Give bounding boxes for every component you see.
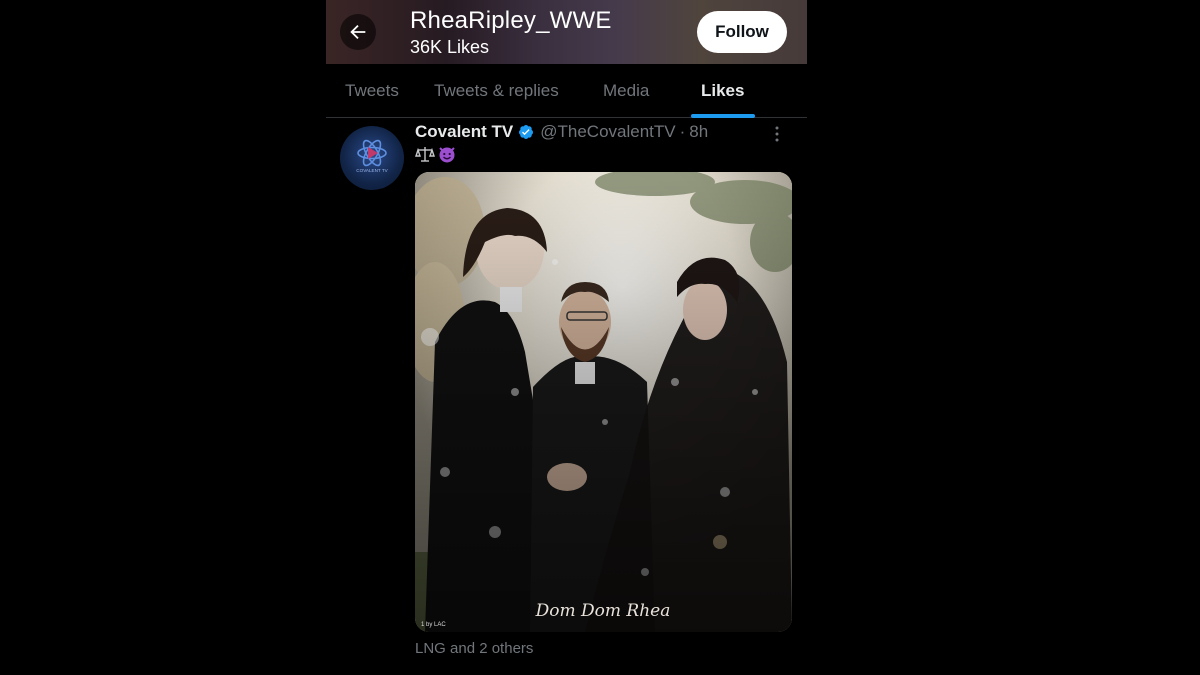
balance-scale-emoji — [415, 144, 435, 164]
tab-label: Likes — [701, 81, 745, 100]
tab-label: Tweets — [345, 81, 399, 100]
profile-likes-screen: RheaRipley_WWE 36K Likes Follow Tweets T… — [326, 0, 807, 675]
tweet-timestamp[interactable]: 8h — [689, 122, 708, 142]
profile-tabs: Tweets Tweets & replies Media Likes — [326, 64, 807, 118]
avatar[interactable]: COVALENT TV — [340, 126, 404, 190]
smiling-imp-emoji — [437, 144, 457, 164]
back-button[interactable] — [340, 14, 376, 50]
verified-badge-icon — [518, 124, 534, 140]
author-name[interactable]: Covalent TV — [415, 122, 513, 142]
likes-count: 36K Likes — [410, 37, 490, 57]
tweet[interactable]: COVALENT TV Covalent TV @TheCovalentTV ·… — [326, 118, 807, 675]
tweet-text — [415, 144, 457, 164]
author-handle[interactable]: @TheCovalentTV — [540, 122, 675, 142]
tab-label: Media — [603, 81, 650, 100]
media-credit: 1 by LAC — [421, 622, 446, 628]
tab-tweets[interactable]: Tweets — [345, 64, 399, 118]
avatar-logo-text: COVALENT TV — [356, 168, 388, 173]
tab-likes[interactable]: Likes — [690, 64, 755, 118]
more-options-button[interactable] — [767, 124, 787, 144]
header-title-block: RheaRipley_WWE 36K Likes — [410, 6, 612, 58]
tweet-header: Covalent TV @TheCovalentTV · 8h — [415, 122, 708, 142]
more-options-icon — [775, 126, 779, 142]
tab-label: Tweets & replies — [434, 81, 559, 100]
profile-name: RheaRipley_WWE — [410, 7, 612, 34]
separator-dot: · — [679, 122, 686, 141]
liked-by-text[interactable]: LNG and 2 others — [415, 640, 533, 657]
tab-tweets-and-replies[interactable]: Tweets & replies — [434, 64, 559, 118]
profile-header: RheaRipley_WWE 36K Likes Follow — [326, 0, 807, 64]
tab-media[interactable]: Media — [603, 64, 649, 118]
tweet-media-image[interactable]: Dom Dom Rhea 1 by LAC — [415, 172, 792, 632]
back-arrow-icon — [347, 21, 369, 43]
follow-button[interactable]: Follow — [697, 11, 787, 53]
wedding-photo: Dom Dom Rhea 1 by LAC — [415, 172, 792, 632]
media-caption: Dom Dom Rhea — [535, 601, 671, 621]
